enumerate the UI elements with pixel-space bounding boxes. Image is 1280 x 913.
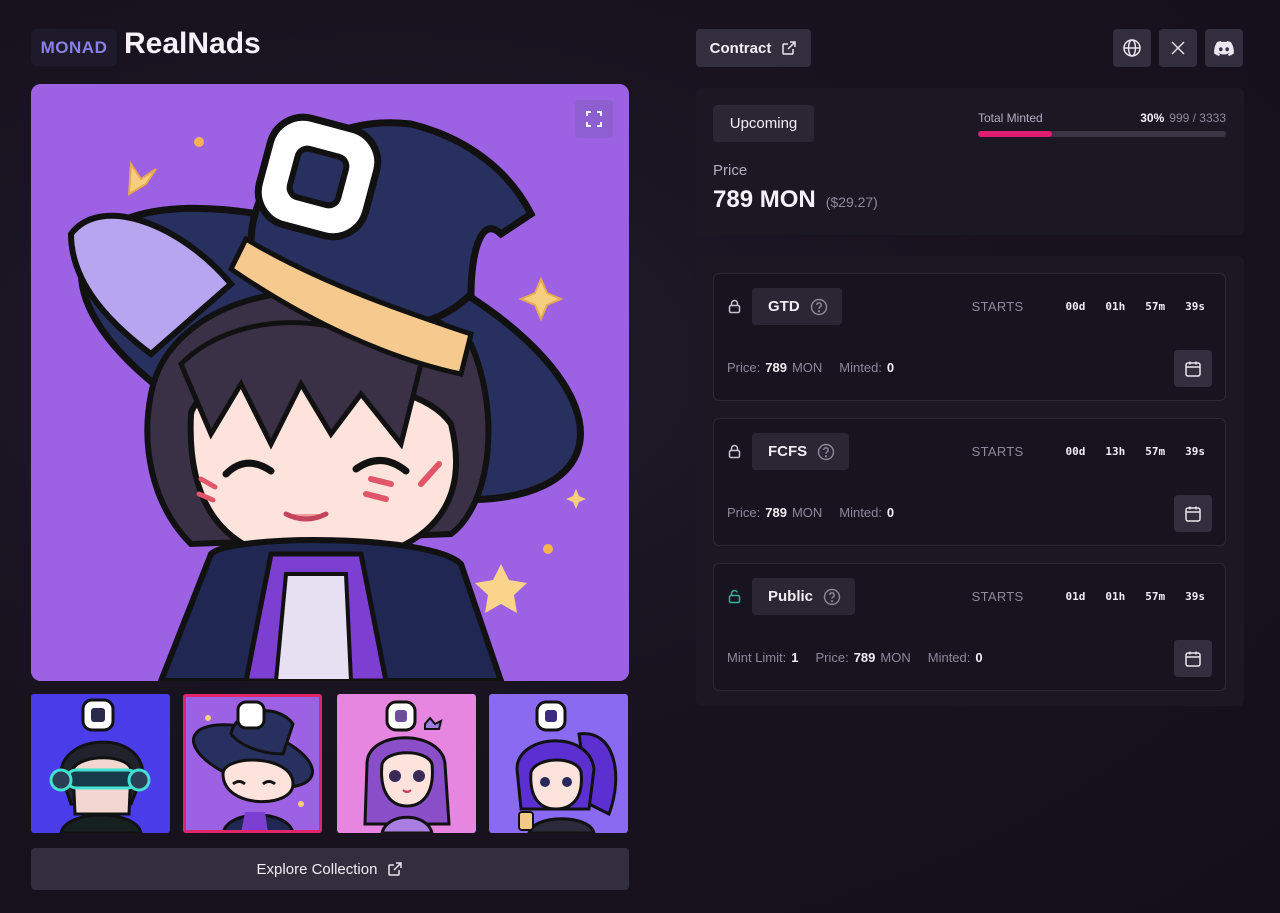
x-button[interactable]: [1159, 29, 1197, 67]
status-badge: Upcoming: [713, 105, 814, 142]
minted-percent: 30%: [1140, 111, 1165, 125]
countdown-hours: 01h: [1105, 590, 1126, 603]
phase-card-gtd: GTD STARTS 00d 01h 57m 39s Price: 789 MO…: [713, 273, 1226, 401]
collection-title: RealNads: [124, 27, 261, 60]
countdown-seconds: 39s: [1185, 445, 1205, 458]
discord-button[interactable]: [1205, 29, 1243, 67]
mint-progress-bar: [978, 131, 1226, 137]
explore-collection-button[interactable]: Explore Collection: [31, 848, 629, 890]
phase-name-public[interactable]: Public: [752, 578, 856, 615]
price-value: 789: [765, 360, 787, 375]
phase-card-fcfs: FCFS STARTS 00d 13h 57m 39s Price: 789 M…: [713, 418, 1226, 546]
thumbnail-4[interactable]: [489, 694, 628, 833]
purple-hair-character-image: [337, 694, 476, 833]
contract-label: Contract: [709, 39, 772, 57]
price-label: Price:: [815, 650, 849, 665]
starts-label: STARTS: [971, 589, 1024, 604]
minted-summary: 30% 999 / 3333: [1140, 111, 1226, 125]
globe-icon: [1123, 39, 1141, 57]
main-nft-image: [31, 84, 629, 681]
price-usd: ($29.27): [825, 194, 878, 210]
minted-value: 0: [886, 360, 895, 375]
thumbnail-3[interactable]: [337, 694, 476, 833]
phase-name-fcfs[interactable]: FCFS: [752, 433, 850, 470]
headphones-character-image: [31, 694, 170, 833]
website-button[interactable]: [1113, 29, 1151, 67]
phase-name-gtd[interactable]: GTD: [752, 288, 842, 325]
calendar-icon: [1185, 506, 1201, 522]
thumbnail-2[interactable]: [183, 694, 322, 833]
phase-name-label: FCFS: [768, 443, 808, 460]
explore-collection-label: Explore Collection: [256, 860, 378, 878]
character-illustration: [31, 84, 629, 681]
price-unit: MON: [880, 650, 911, 665]
lock-icon: [728, 444, 741, 459]
mint-status-panel: Upcoming Total Minted 30% 999 / 3333 Pri…: [696, 88, 1244, 235]
countdown-minutes: 57m: [1145, 445, 1166, 458]
x-icon: [1171, 41, 1185, 55]
minted-count: 999 / 3333: [1169, 111, 1226, 125]
add-to-calendar-button[interactable]: [1174, 350, 1212, 387]
phase-card-public: Public STARTS 01d 01h 57m 39s Mint Limit…: [713, 563, 1226, 691]
phase-countdown: STARTS 01d 01h 57m 39s: [972, 589, 1205, 604]
thumbnail-1[interactable]: [31, 694, 170, 833]
countdown-minutes: 57m: [1145, 300, 1166, 313]
price-value: 789: [853, 650, 876, 665]
external-link-icon: [782, 41, 797, 55]
contract-button[interactable]: Contract: [696, 29, 811, 67]
phase-countdown: STARTS 00d 01h 57m 39s: [972, 299, 1205, 314]
calendar-icon: [1185, 651, 1201, 667]
price-unit: MON: [791, 505, 823, 520]
minted-label: Minted:: [927, 650, 971, 665]
expand-icon: [586, 111, 602, 127]
mint-progress-fill: [978, 131, 1053, 137]
price-label: Price: [713, 162, 748, 179]
minted-value: 0: [975, 650, 983, 665]
calendar-icon: [1185, 361, 1201, 377]
minted-value: 0: [886, 505, 895, 520]
help-icon[interactable]: [823, 588, 841, 606]
mint-limit-label: Mint Limit:: [727, 650, 787, 665]
countdown-hours: 01h: [1105, 300, 1126, 313]
phase-name-label: GTD: [768, 298, 800, 315]
mint-limit-value: 1: [791, 650, 799, 665]
ponytail-character-image: [489, 694, 628, 833]
price-unit: MON: [791, 360, 823, 375]
add-to-calendar-button[interactable]: [1174, 495, 1212, 532]
phase-info: Price: 789 MON Minted: 0: [727, 360, 894, 375]
countdown-days: 00d: [1065, 445, 1086, 458]
phase-countdown: STARTS 00d 13h 57m 39s: [972, 444, 1205, 459]
external-link-icon: [388, 862, 403, 876]
fullscreen-button[interactable]: [575, 100, 613, 138]
lock-icon: [728, 299, 741, 314]
countdown-seconds: 39s: [1185, 590, 1205, 603]
countdown-hours: 13h: [1105, 445, 1126, 458]
mint-phases-panel: GTD STARTS 00d 01h 57m 39s Price: 789 MO…: [696, 256, 1244, 706]
phase-info: Price: 789 MON Minted: 0: [727, 505, 894, 520]
chain-tag: MONAD: [31, 29, 117, 66]
witch-hat-character-image: [183, 694, 322, 833]
phase-info: Mint Limit: 1 Price: 789 MON Minted: 0: [727, 650, 983, 665]
starts-label: STARTS: [971, 299, 1024, 314]
price-label: Price:: [727, 360, 761, 375]
starts-label: STARTS: [971, 444, 1024, 459]
price-row: 789 MON ($29.27): [713, 186, 878, 214]
countdown-days: 01d: [1065, 590, 1086, 603]
phase-name-label: Public: [768, 588, 814, 605]
minted-label: Minted:: [839, 505, 882, 520]
discord-icon: [1214, 41, 1234, 56]
total-minted-label: Total Minted: [978, 111, 1043, 125]
help-icon[interactable]: [817, 443, 835, 461]
countdown-days: 00d: [1065, 300, 1086, 313]
countdown-minutes: 57m: [1145, 590, 1166, 603]
unlock-icon: [728, 589, 741, 604]
minted-label: Minted:: [839, 360, 882, 375]
help-icon[interactable]: [810, 298, 828, 316]
price-label: Price:: [727, 505, 761, 520]
countdown-seconds: 39s: [1185, 300, 1205, 313]
price-value: 789 MON: [713, 186, 816, 213]
price-value: 789: [765, 505, 787, 520]
add-to-calendar-button[interactable]: [1174, 640, 1212, 677]
